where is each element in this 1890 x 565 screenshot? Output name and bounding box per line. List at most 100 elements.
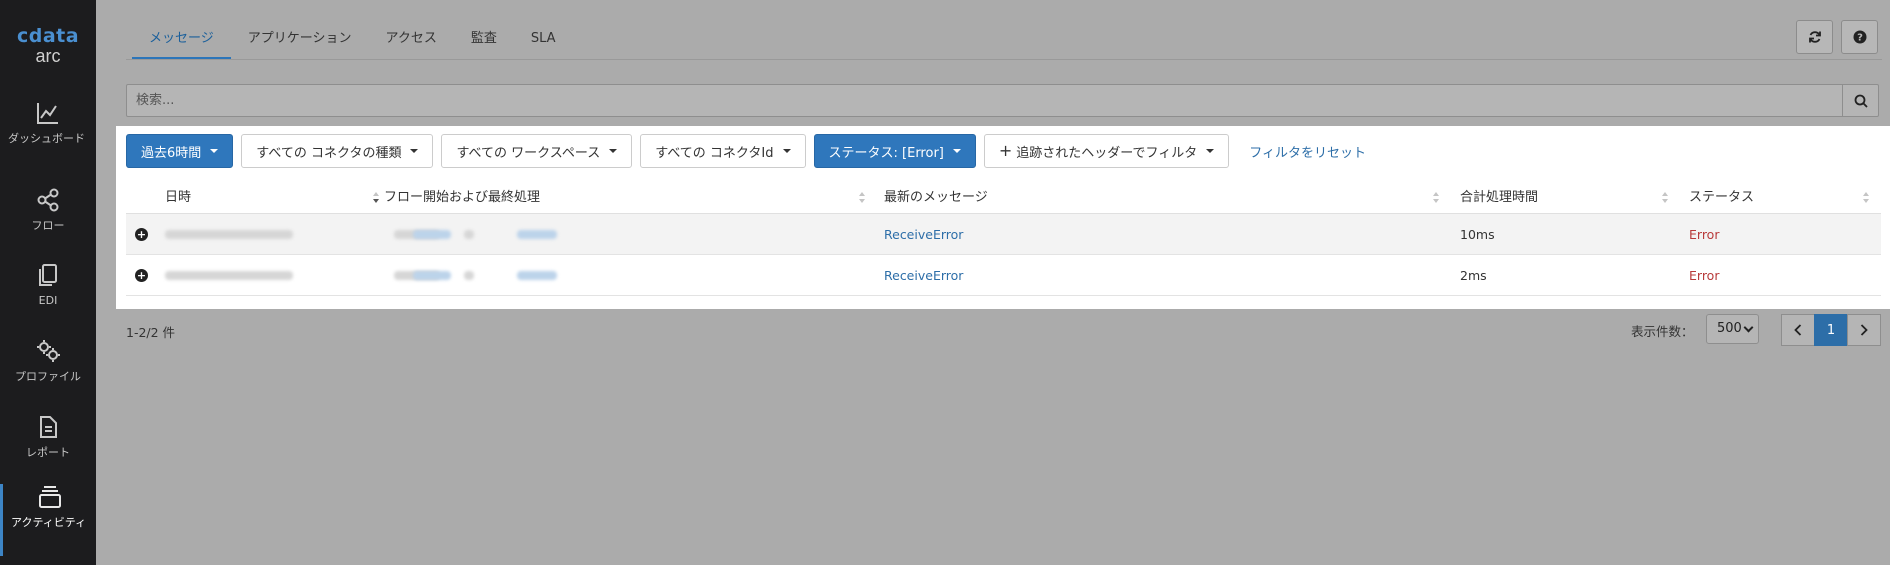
sidebar-item-edi[interactable]: EDI [0, 262, 96, 307]
workspace-dropdown[interactable]: すべての ワークスペース [441, 134, 633, 168]
chevron-down-icon [1743, 322, 1754, 333]
connector-id-dropdown[interactable]: すべての コネクタId [640, 134, 806, 168]
svg-text:?: ? [1857, 33, 1863, 44]
tab-applications[interactable]: アプリケーション [231, 18, 369, 60]
status-cell: Error [1689, 268, 1720, 283]
redacted-flow-end [517, 271, 557, 280]
column-header-datetime[interactable]: 日時 [165, 182, 191, 214]
sidebar-item-label: アクティビティ [11, 516, 87, 529]
add-header-filter-dropdown[interactable]: + 追跡されたヘッダーでフィルタ [983, 134, 1230, 168]
message-tabs: メッセージ アプリケーション アクセス 監査 SLA [132, 18, 573, 60]
sort-icon[interactable] [1662, 192, 1668, 204]
reset-filters-link[interactable]: フィルタをリセット [1249, 142, 1366, 161]
redacted-flow-link [413, 271, 451, 280]
search-icon [1854, 94, 1868, 108]
latest-message-link[interactable]: ReceiveError [884, 255, 963, 296]
connector-id-label: すべての コネクタId [655, 145, 774, 161]
column-header-latest-message[interactable]: 最新のメッセージ [884, 182, 988, 214]
sidebar-item-report[interactable]: レポート [0, 414, 96, 459]
caret-down-icon [1206, 149, 1215, 153]
prev-page-button[interactable] [1781, 314, 1815, 346]
redacted-flow-separator [464, 271, 474, 280]
caret-down-icon [410, 149, 419, 153]
messages-panel: 過去6時間 すべての コネクタの種類 すべての ワークスペース すべての コネク… [116, 126, 1890, 309]
redacted-flow-link [413, 230, 451, 239]
sort-icon[interactable] [1433, 192, 1439, 204]
time-range-label: 過去6時間 [141, 145, 202, 161]
table-row[interactable]: + ReceiveError 10ms Error [126, 214, 1881, 255]
messages-table: 日時 フロー開始および最終処理 最新のメッセージ 合計処理時間 ステータス + … [126, 182, 1881, 296]
page-size-select[interactable]: 500 [1706, 314, 1759, 344]
sort-icon[interactable] [373, 192, 379, 204]
workspace-label: すべての ワークスペース [456, 145, 601, 161]
caret-down-icon [609, 149, 618, 153]
logo-product: arc [35, 46, 61, 66]
caret-down-icon [782, 149, 791, 153]
page-button-current[interactable]: 1 [1814, 314, 1848, 346]
table-header: 日時 フロー開始および最終処理 最新のメッセージ 合計処理時間 ステータス [126, 182, 1881, 214]
search-button[interactable] [1842, 85, 1878, 116]
result-count: 1-2/2 件 [126, 325, 176, 340]
latest-message-link[interactable]: ReceiveError [884, 214, 963, 255]
help-icon: ? [1853, 30, 1866, 44]
chevron-left-icon [1794, 324, 1802, 336]
status-filter-dropdown[interactable]: ステータス: [Error] [813, 134, 976, 168]
refresh-icon [1808, 31, 1821, 43]
connector-type-label: すべての コネクタの種類 [256, 145, 402, 161]
tab-sla[interactable]: SLA [514, 18, 573, 60]
connector-type-dropdown[interactable]: すべての コネクタの種類 [241, 134, 434, 168]
page-size-label: 表示件数： [1631, 324, 1694, 339]
tabs-divider [126, 59, 1882, 60]
sidebar: cdata arc ダッシュボード フロー EDI プロファイル レポート アク… [0, 0, 96, 565]
expand-row-icon[interactable]: + [135, 269, 148, 282]
redacted-datetime [165, 230, 293, 239]
sidebar-item-activity[interactable]: アクティビティ [0, 484, 96, 556]
time-range-dropdown[interactable]: 過去6時間 [126, 134, 234, 168]
expand-row-icon[interactable]: + [135, 228, 148, 241]
app-logo: cdata arc [0, 26, 96, 66]
search-input[interactable] [127, 85, 1845, 116]
tab-access[interactable]: アクセス [369, 18, 454, 60]
filter-bar: 過去6時間 すべての コネクタの種類 すべての ワークスペース すべての コネク… [126, 134, 1366, 168]
chart-line-icon [37, 103, 58, 124]
redacted-flow-end [517, 230, 557, 239]
next-page-button[interactable] [1847, 314, 1881, 346]
sidebar-item-profile[interactable]: プロファイル [0, 338, 96, 383]
tab-messages[interactable]: メッセージ [132, 18, 231, 60]
sidebar-item-flow[interactable]: フロー [0, 187, 96, 232]
share-nodes-icon [37, 188, 59, 212]
sidebar-item-label: レポート [26, 446, 70, 459]
activity-stack-icon [38, 486, 61, 508]
chevron-right-icon [1860, 324, 1868, 336]
tab-audit[interactable]: 監査 [454, 18, 514, 60]
redacted-flow-separator [464, 230, 474, 239]
search-bar [126, 84, 1879, 117]
table-row[interactable]: + ReceiveError 2ms Error [126, 255, 1881, 296]
sidebar-item-dashboard[interactable]: ダッシュボード [0, 100, 96, 145]
documents-icon [39, 264, 57, 286]
logo-brand: cdata [16, 25, 80, 47]
caret-down-icon [210, 149, 219, 153]
column-header-total-time[interactable]: 合計処理時間 [1460, 182, 1538, 214]
sidebar-item-label: ダッシュボード [8, 132, 85, 145]
status-cell: Error [1689, 227, 1720, 242]
column-header-flow[interactable]: フロー開始および最終処理 [384, 182, 540, 214]
sort-icon[interactable] [859, 192, 865, 204]
total-time-cell: 10ms [1460, 227, 1495, 242]
gears-icon [37, 340, 60, 362]
add-header-filter-label: 追跡されたヘッダーでフィルタ [1016, 145, 1198, 161]
refresh-button[interactable] [1796, 20, 1833, 54]
page-size-value: 500 [1717, 321, 1742, 336]
status-filter-label: ステータス: [Error] [828, 145, 944, 161]
report-file-icon [40, 416, 57, 438]
pagination: 1 [1781, 314, 1881, 346]
column-header-status[interactable]: ステータス [1689, 182, 1754, 214]
help-button[interactable]: ? [1841, 20, 1878, 54]
sort-icon[interactable] [1863, 192, 1869, 204]
plus-icon: + [998, 141, 1013, 160]
total-time-cell: 2ms [1460, 268, 1487, 283]
sidebar-item-label: EDI [38, 294, 58, 307]
sidebar-item-label: フロー [31, 219, 65, 232]
redacted-datetime [165, 271, 293, 280]
caret-down-icon [952, 149, 961, 153]
